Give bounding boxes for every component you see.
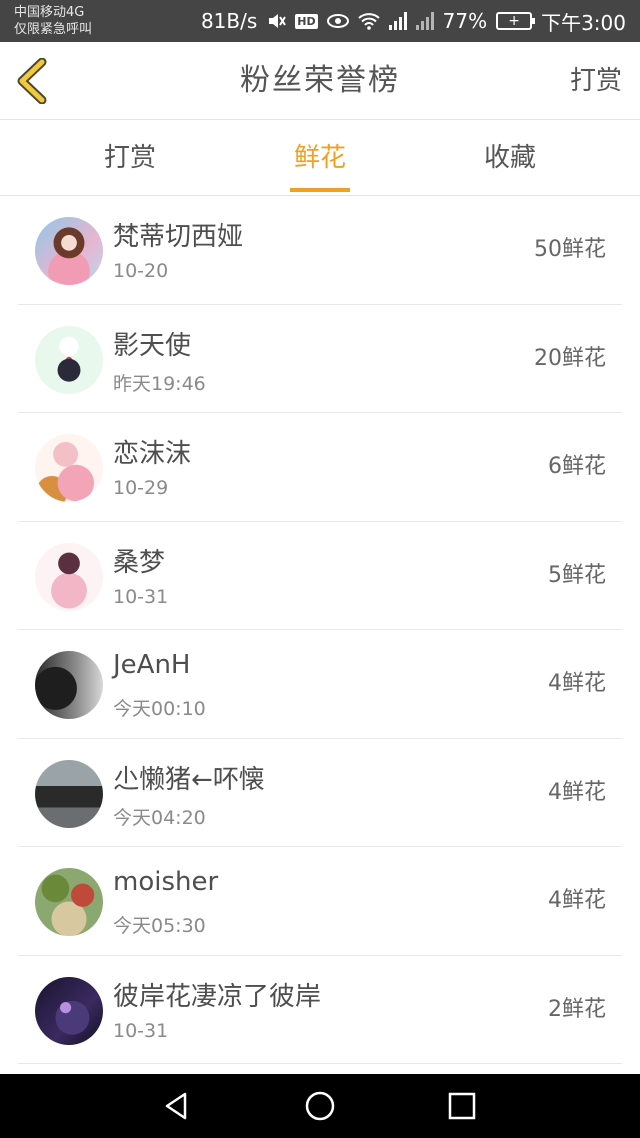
fan-time: 10-31 <box>113 1019 169 1042</box>
fan-time: 10-31 <box>113 585 169 608</box>
hd-badge: HD <box>295 13 318 29</box>
circle-home-icon <box>305 1091 335 1121</box>
list-item[interactable]: JeAnH 今天00:10 4鲜花 <box>18 630 622 739</box>
flower-count: 4鲜花 <box>548 888 606 913</box>
avatar <box>35 542 103 611</box>
signal-secondary-icon <box>415 12 434 30</box>
fan-time: 10-29 <box>113 477 169 499</box>
flower-count: 2鲜花 <box>548 996 606 1022</box>
nav-back-button[interactable] <box>161 1090 193 1122</box>
fan-time: 今天04:20 <box>113 806 206 829</box>
fan-time: 今天00:10 <box>113 698 206 720</box>
list-item[interactable]: 桑梦 10-31 5鲜花 <box>18 522 622 630</box>
clock: 下午3:00 <box>541 10 626 35</box>
mute-icon <box>269 14 287 28</box>
status-icons: 81B/s HD 77% + 下午3:00 <box>201 0 626 42</box>
list-item[interactable]: 尐懒猪←吥懐 今天04:20 4鲜花 <box>18 739 622 847</box>
wifi-icon <box>357 13 380 30</box>
tab-bar: 打赏 鲜花 收藏 <box>0 121 640 196</box>
fan-name: 恋沫沫 <box>113 439 192 469</box>
list-item[interactable]: 彼岸花凄凉了彼岸 10-31 2鲜花 <box>18 956 622 1064</box>
network-speed: 81B/s <box>200 9 258 33</box>
square-recents-icon <box>448 1092 476 1120</box>
avatar <box>35 651 103 719</box>
fan-time: 今天05:30 <box>113 915 206 937</box>
avatar <box>35 868 103 936</box>
emergency-text: 仅限紧急呼叫 <box>14 22 93 37</box>
app-header: 粉丝荣誉榜 打赏 <box>0 42 640 120</box>
list-item[interactable]: 梵蒂切西娅 10-20 50鲜花 <box>18 196 622 305</box>
fan-name: 彼岸花凄凉了彼岸 <box>113 981 322 1012</box>
battery-icon: + <box>496 12 536 30</box>
flower-count: 5鲜花 <box>548 562 606 588</box>
tab-favorites[interactable]: 收藏 <box>450 121 570 196</box>
battery-percent: 77% <box>442 9 488 33</box>
avatar <box>35 976 103 1045</box>
fan-time: 10-20 <box>113 260 169 282</box>
list-item[interactable]: 影天使 昨天19:46 20鲜花 <box>18 305 622 413</box>
fan-name: moisher <box>113 867 219 897</box>
list-item[interactable]: moisher 今天05:30 4鲜花 <box>18 847 622 956</box>
avatar <box>35 325 103 394</box>
status-bar: 中国移动4G 仅限紧急呼叫 81B/s HD 77% + 下午3:00 <box>0 0 640 42</box>
tab-flowers[interactable]: 鲜花 <box>260 121 380 196</box>
tab-tip[interactable]: 打赏 <box>70 121 190 196</box>
avatar <box>35 217 103 285</box>
fan-time: 昨天19:46 <box>113 372 206 395</box>
fan-name: 影天使 <box>113 330 192 361</box>
triangle-back-icon <box>165 1092 187 1120</box>
fan-list: 梵蒂切西娅 10-20 50鲜花 影天使 昨天19:46 20鲜花 恋沫沫 10… <box>0 196 640 1064</box>
carrier-name: 中国移动4G <box>14 5 85 20</box>
flower-count: 4鲜花 <box>548 671 606 696</box>
avatar <box>35 759 103 828</box>
nav-recents-button[interactable] <box>446 1090 478 1122</box>
system-nav-bar <box>0 1074 640 1138</box>
list-item[interactable]: 恋沫沫 10-29 6鲜花 <box>18 413 622 522</box>
carrier-info: 中国移动4G 仅限紧急呼叫 <box>14 4 92 38</box>
flower-count: 20鲜花 <box>534 345 606 371</box>
fan-name: JeAnH <box>113 650 191 680</box>
flower-count: 50鲜花 <box>534 237 606 262</box>
tip-button[interactable]: 打赏 <box>570 42 622 120</box>
fan-name: 尐懒猪←吥懐 <box>113 764 265 795</box>
signal-icon <box>388 12 407 30</box>
fan-name: 梵蒂切西娅 <box>113 222 244 252</box>
avatar <box>35 434 103 502</box>
eye-icon <box>326 14 349 28</box>
flower-count: 6鲜花 <box>548 454 606 479</box>
fan-name: 桑梦 <box>113 547 166 578</box>
page-title: 粉丝荣誉榜 <box>240 63 400 98</box>
flower-count: 4鲜花 <box>548 779 606 805</box>
nav-home-button[interactable] <box>304 1090 336 1122</box>
